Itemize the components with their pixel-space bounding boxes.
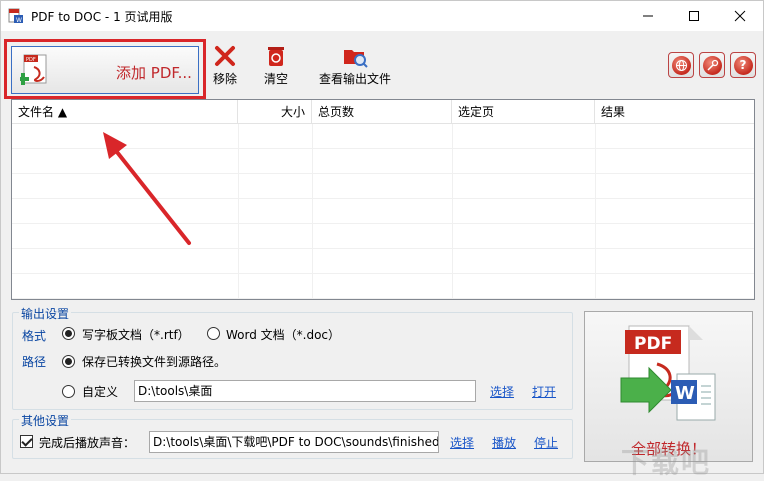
path-custom-label[interactable]: 自定义: [82, 383, 118, 400]
add-pdf-label: 添加 PDF...: [116, 64, 192, 82]
column-header-filename[interactable]: 文件名 ▲: [12, 100, 238, 124]
table-row: [12, 199, 754, 224]
help-button[interactable]: ?: [730, 52, 756, 78]
format-doc-radio[interactable]: [207, 327, 220, 340]
close-icon: [734, 10, 746, 22]
globe-icon: [671, 55, 691, 75]
table-header: 文件名 ▲ 大小 总页数 选定页 结果: [12, 100, 754, 124]
other-settings-legend: 其他设置: [19, 412, 72, 429]
path-source-label[interactable]: 保存已转换文件到源路径。: [82, 353, 226, 370]
app-window: W PDF to DOC - 1 页试用版 PDF 添加 PDF... 移除 清…: [0, 0, 764, 479]
file-list-table[interactable]: 文件名 ▲ 大小 总页数 选定页 结果: [11, 99, 755, 300]
app-icon: W: [8, 8, 23, 24]
table-row: [12, 124, 754, 149]
maximize-icon: [689, 11, 699, 21]
pdf-badge-text: PDF: [634, 334, 672, 354]
window-title: PDF to DOC - 1 页试用版: [31, 10, 173, 24]
remove-icon: [215, 46, 235, 66]
svg-text:W: W: [16, 17, 22, 24]
table-row: [12, 224, 754, 249]
choose-path-link[interactable]: 选择: [490, 383, 514, 400]
format-rtf-radio[interactable]: [62, 327, 75, 340]
table-row: [12, 149, 754, 174]
remove-label: 移除: [212, 72, 237, 86]
clear-button[interactable]: 清空: [259, 44, 293, 87]
choose-sound-link[interactable]: 选择: [450, 434, 474, 451]
add-pdf-button[interactable]: PDF 添加 PDF...: [11, 46, 199, 94]
folder-search-icon: [344, 50, 368, 68]
sound-path-field[interactable]: D:\tools\桌面\下载吧\PDF to DOC\sounds\finish…: [149, 431, 439, 453]
add-pdf-highlight: PDF 添加 PDF...: [4, 39, 206, 99]
column-divider: [312, 124, 313, 299]
key-icon: [702, 55, 722, 75]
view-output-button[interactable]: 查看输出文件: [313, 44, 397, 87]
path-source-radio[interactable]: [62, 355, 75, 368]
custom-path-field[interactable]: D:\tools\桌面: [134, 380, 476, 402]
table-row: [12, 174, 754, 199]
play-sound-link[interactable]: 播放: [492, 434, 516, 451]
output-settings-legend: 输出设置: [19, 305, 72, 322]
play-sound-checkbox[interactable]: [20, 435, 33, 448]
open-path-link[interactable]: 打开: [532, 383, 556, 400]
path-label: 路径: [22, 355, 47, 369]
format-label: 格式: [22, 329, 47, 343]
column-divider: [595, 124, 596, 299]
view-output-label: 查看输出文件: [318, 72, 391, 86]
recycle-bin-icon: [268, 47, 284, 66]
format-doc-label[interactable]: Word 文档（*.doc）: [226, 326, 340, 343]
add-pdf-icon: PDF: [20, 54, 47, 85]
maximize-button[interactable]: [671, 1, 717, 31]
minimize-icon: [643, 15, 653, 17]
column-header-total-pages[interactable]: 总页数: [312, 100, 452, 124]
column-header-size[interactable]: 大小: [238, 100, 312, 124]
column-divider: [238, 124, 239, 299]
convert-all-button[interactable]: PDF W 全部转换！: [584, 311, 753, 462]
column-header-result[interactable]: 结果: [595, 100, 754, 124]
toolbar: PDF 添加 PDF... 移除 清空 查看输出文件 ?: [1, 32, 763, 99]
pdf-to-word-icon: PDF W: [620, 325, 716, 421]
column-header-selected-pages[interactable]: 选定页: [452, 100, 595, 124]
register-button[interactable]: [699, 52, 725, 78]
path-custom-radio[interactable]: [62, 385, 75, 398]
website-button[interactable]: [668, 52, 694, 78]
clear-label: 清空: [263, 72, 288, 86]
title-bar: W PDF to DOC - 1 页试用版: [1, 1, 763, 31]
watermark: 下载吧: [621, 446, 712, 479]
close-button[interactable]: [717, 1, 763, 31]
format-rtf-label[interactable]: 写字板文档（*.rtf）: [82, 326, 190, 343]
minimize-button[interactable]: [625, 1, 671, 31]
table-row: [12, 274, 754, 299]
table-row: [12, 249, 754, 274]
column-divider: [452, 124, 453, 299]
word-letter-text: W: [675, 383, 695, 404]
help-icon: ?: [733, 55, 753, 75]
play-sound-label[interactable]: 完成后播放声音：: [39, 434, 135, 451]
svg-text:PDF: PDF: [26, 57, 36, 63]
remove-button[interactable]: 移除: [209, 44, 241, 87]
stop-sound-link[interactable]: 停止: [534, 434, 558, 451]
